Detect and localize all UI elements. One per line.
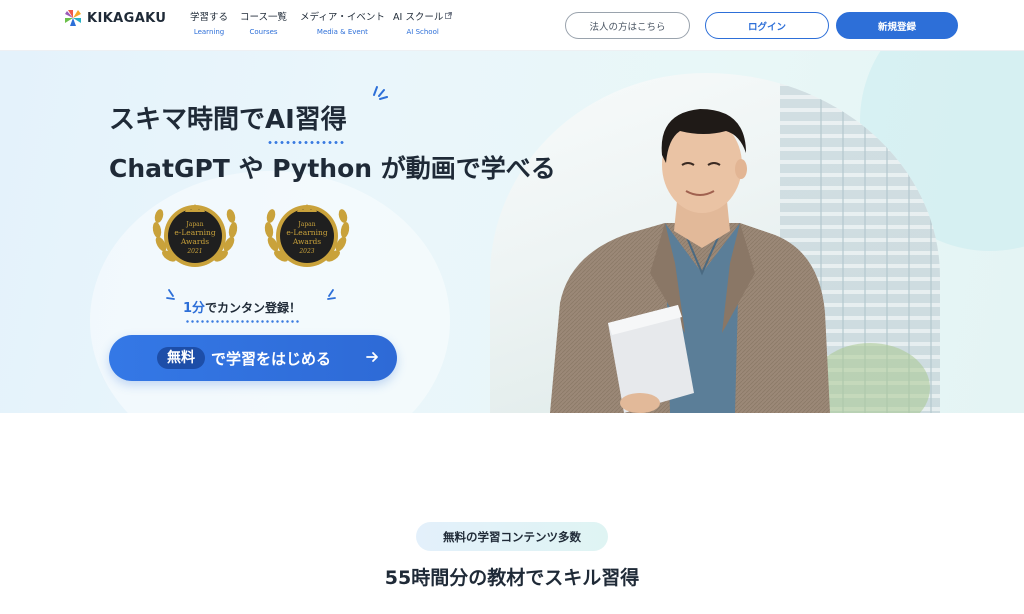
brand-name: KIKAGAKU — [87, 10, 167, 26]
award-line1: Japan — [297, 221, 315, 228]
section-tag: 無料の学習コンテンツ多数 — [416, 522, 608, 551]
award-badge-2023: Japan e-Learning Awards 2023 — [259, 196, 355, 272]
award-line2: e-Learning — [174, 228, 216, 237]
site-header: KIKAGAKU 学習する Learning コース一覧 Courses メディ… — [0, 0, 1024, 51]
start-learning-free-button[interactable]: 無料 で学習をはじめる — [109, 335, 397, 381]
signup-duration: 1分 — [183, 301, 206, 316]
register-button[interactable]: 新規登録 — [836, 12, 958, 39]
sparkle-icon — [373, 86, 388, 100]
award-line2: e-Learning — [286, 228, 328, 237]
nav-item-courses[interactable]: コース一覧 Courses — [240, 12, 287, 37]
quick-signup-note: 1分でカンタン登録！ — [183, 297, 302, 323]
brand-logo[interactable]: KIKAGAKU — [64, 9, 166, 27]
arrow-right-icon — [366, 352, 378, 362]
nav-label-wrap: AI スクール — [393, 12, 453, 24]
laurel-medal-icon: Japan e-Learning Awards 2021 — [152, 204, 238, 267]
award-line3: Awards — [292, 237, 321, 246]
laurel-medal-icon: Japan e-Learning Awards 2023 — [264, 204, 350, 267]
signup-text: でカンタン登録！ — [205, 301, 302, 315]
corporate-button[interactable]: 法人の方はこちら — [565, 12, 690, 39]
nav-label: メディア・イベント — [300, 12, 385, 23]
contents-section: 無料の学習コンテンツ多数 55時間分の教材でスキル習得 — [0, 413, 1024, 614]
nav-label: 学習する — [190, 12, 229, 23]
man-with-laptop-image — [550, 109, 830, 413]
award-line1: Japan — [185, 221, 203, 228]
external-link-icon — [445, 12, 453, 19]
login-button[interactable]: ログイン — [705, 12, 829, 39]
award-year: 2023 — [298, 248, 314, 255]
kikagaku-logo-icon — [65, 10, 81, 26]
nav-label: コース一覧 — [240, 12, 288, 23]
award-badge-2021: Japan e-Learning Awards 2021 — [147, 196, 243, 272]
hero-title-prefix: スキマ時間で — [109, 105, 266, 135]
nav-sublabel: Media & Event — [316, 28, 368, 36]
section-title: 55時間分の教材でスキル習得 — [384, 567, 640, 589]
cta-label: で学習をはじめる — [211, 349, 332, 368]
award-line3: Awards — [180, 237, 209, 246]
nav-item-learning[interactable]: 学習する Learning — [190, 12, 228, 37]
award-year: 2021 — [186, 248, 202, 255]
emphasis-mark-icon — [166, 289, 175, 300]
nav-sublabel: AI School — [406, 28, 439, 36]
hero-title: スキマ時間でAI習得 — [109, 102, 347, 144]
nav-label: AI スクール — [393, 12, 444, 23]
nav-item-ai-school[interactable]: AI スクール AI School — [393, 12, 453, 37]
hero-section: スキマ時間でAI習得 ChatGPT や Python が動画で学べる Japa… — [0, 51, 1024, 413]
nav-item-media-event[interactable]: メディア・イベント Media & Event — [300, 12, 385, 37]
hero-title-highlight: AI習得 — [265, 102, 347, 144]
emphasis-mark-icon — [327, 289, 336, 300]
nav-sublabel: Learning — [193, 28, 225, 36]
free-badge: 無料 — [157, 347, 205, 369]
hero-subtitle: ChatGPT や Python が動画で学べる — [109, 154, 556, 183]
hero-photo — [490, 73, 940, 413]
nav-sublabel: Courses — [249, 28, 278, 36]
